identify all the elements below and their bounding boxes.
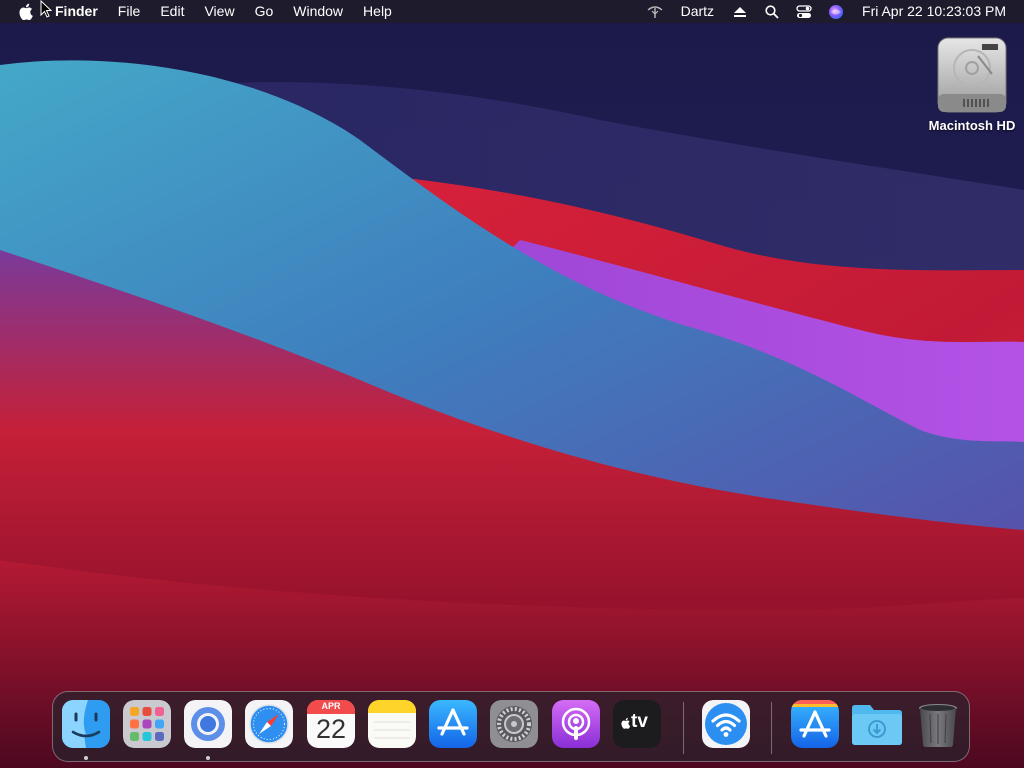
- gear-icon: [490, 700, 538, 748]
- app-store-icon: [429, 700, 477, 748]
- spotlight-icon[interactable]: [756, 0, 788, 23]
- dock-app-store[interactable]: [429, 700, 477, 748]
- dock-podcasts[interactable]: [552, 700, 600, 748]
- dock-app-installer[interactable]: [791, 700, 839, 748]
- menu-clock[interactable]: Fri Apr 22 10:23:03 PM: [852, 0, 1024, 23]
- dock-separator: [771, 702, 772, 754]
- dock-calendar[interactable]: APR 22: [307, 700, 355, 748]
- dock: APR 22 tv: [52, 691, 970, 762]
- desktop-wallpaper: [0, 0, 1024, 768]
- podcasts-icon: [552, 700, 600, 748]
- menu-edit[interactable]: Edit: [150, 0, 194, 23]
- menu-go[interactable]: Go: [245, 0, 284, 23]
- user-name[interactable]: Dartz: [671, 0, 724, 23]
- siri-icon[interactable]: [820, 0, 852, 23]
- wifi-icon[interactable]: [639, 0, 671, 23]
- dock-downloads[interactable]: [850, 700, 904, 748]
- running-indicator: [206, 756, 210, 760]
- menu-window[interactable]: Window: [283, 0, 353, 23]
- dock-launchpad[interactable]: [123, 700, 171, 748]
- mouse-cursor-icon: [40, 0, 52, 18]
- control-center-icon[interactable]: [788, 0, 820, 23]
- menu-file[interactable]: File: [108, 0, 151, 23]
- eject-icon[interactable]: [724, 0, 756, 23]
- menu-bar: Finder File Edit View Go Window Help Dar…: [0, 0, 1024, 23]
- calendar-month: APR: [321, 701, 341, 711]
- menu-help[interactable]: Help: [353, 0, 402, 23]
- apple-menu-icon[interactable]: [0, 0, 45, 23]
- calendar-day: 22: [315, 714, 347, 744]
- launchpad-icon: [123, 700, 171, 748]
- menu-app-name[interactable]: Finder: [45, 0, 108, 23]
- dock-system-preferences[interactable]: [490, 700, 538, 748]
- finder-icon: [62, 700, 110, 748]
- dock-safari[interactable]: [245, 700, 293, 748]
- dock-wireless-diagnostics[interactable]: [702, 700, 750, 748]
- notes-icon: [368, 700, 416, 748]
- downloads-folder-icon: [852, 705, 902, 745]
- app-store-icon: [791, 700, 839, 748]
- apple-tv-label: tv: [631, 711, 648, 732]
- dock-trash[interactable]: [914, 700, 962, 748]
- trash-icon: [919, 704, 957, 747]
- hard-drive-icon: [937, 37, 1007, 113]
- running-indicator: [84, 756, 88, 760]
- dock-notes[interactable]: [368, 700, 416, 748]
- safari-icon: [245, 700, 293, 748]
- dock-separator: [683, 702, 684, 754]
- dock-finder[interactable]: [62, 700, 110, 748]
- dock-chromium[interactable]: [184, 700, 232, 748]
- desktop-icon-label: Macintosh HD: [928, 118, 1016, 133]
- desktop-icon-macintosh-hd[interactable]: Macintosh HD: [920, 36, 1024, 133]
- dock-apple-tv[interactable]: tv: [613, 700, 661, 748]
- chromium-icon: [184, 700, 232, 748]
- menu-view[interactable]: View: [194, 0, 244, 23]
- wifi-app-icon: [702, 700, 750, 748]
